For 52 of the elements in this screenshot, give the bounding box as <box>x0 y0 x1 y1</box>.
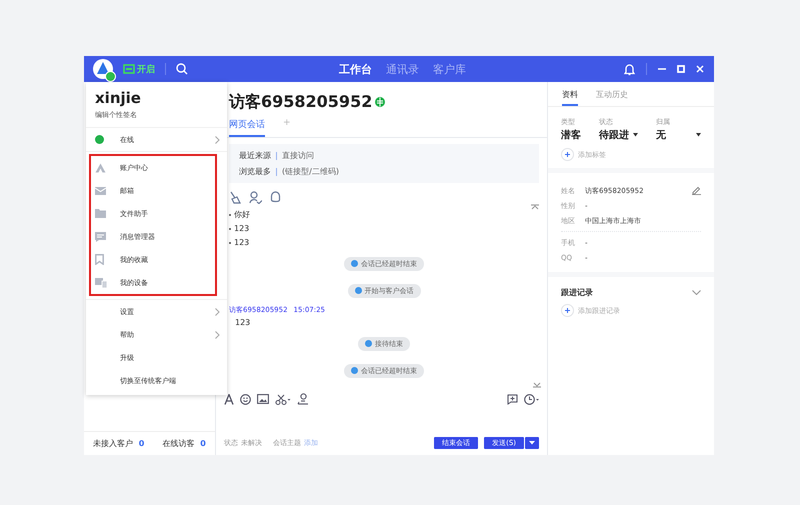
nav-tab[interactable]: 工作台 <box>339 60 372 78</box>
dropdown-caret-icon[interactable] <box>696 133 701 137</box>
clock-icon[interactable] <box>524 394 539 404</box>
info-label: 最近来源 <box>239 150 271 161</box>
info-value: 直接访问 <box>282 150 314 161</box>
chat-message: 123 <box>234 317 252 329</box>
scissors-icon[interactable] <box>275 394 291 404</box>
emoji-icon[interactable] <box>240 394 251 404</box>
devices-icon <box>95 278 107 288</box>
expand-icon[interactable] <box>533 382 541 388</box>
info-value: (链接型/二维码) <box>282 166 339 177</box>
chevron-down-icon[interactable] <box>692 290 701 295</box>
bell-icon[interactable] <box>624 62 635 76</box>
letter-a-icon <box>95 162 106 172</box>
attribute-value: 潜客 <box>561 128 581 142</box>
screen-icon <box>123 64 135 74</box>
section-title: 跟进记录 <box>561 287 593 298</box>
attribute-dropdown[interactable]: 待跟进 <box>599 128 629 142</box>
bookmark-icon <box>95 254 104 265</box>
maximize-icon[interactable] <box>677 65 685 73</box>
visitor-title: 访客6958205952 <box>229 92 372 112</box>
check-circle-icon <box>95 135 104 144</box>
visitor-counter[interactable]: 未接入客户 0 <box>93 438 144 449</box>
pencil-icon[interactable] <box>692 186 701 195</box>
chat-message: 你好 <box>234 209 250 221</box>
attribute-dropdown[interactable]: 无 <box>656 128 666 142</box>
visitor-counter[interactable]: 在线访客 0 <box>162 438 206 449</box>
chevron-right-icon <box>215 136 220 144</box>
search-icon[interactable] <box>176 63 188 75</box>
info-label: 浏览最多 <box>239 166 271 177</box>
broom-icon[interactable] <box>229 190 241 204</box>
collapse-icon[interactable] <box>531 204 539 210</box>
send-options-button[interactable] <box>525 437 539 449</box>
status-toggle[interactable]: 开启 <box>123 62 155 76</box>
image-icon[interactable] <box>257 394 269 404</box>
dropdown-caret-icon[interactable] <box>633 133 638 137</box>
chat-message: 123 <box>234 223 250 235</box>
chat-message: 123 <box>234 237 250 249</box>
chat-bubble-icon <box>95 232 106 242</box>
conversation-tab[interactable]: 网页会话 <box>229 116 265 137</box>
add-icon[interactable] <box>561 304 574 317</box>
user-name: xinjie <box>95 89 142 107</box>
profile-tab[interactable]: 资料 <box>562 89 578 106</box>
add-icon[interactable] <box>561 148 574 161</box>
caret-icon <box>529 441 535 445</box>
bell-outline-icon[interactable] <box>270 190 281 204</box>
add-comment-icon[interactable] <box>507 394 518 404</box>
user-transfer-icon[interactable] <box>297 393 309 405</box>
close-icon[interactable] <box>696 65 704 73</box>
envelope-icon <box>95 186 106 194</box>
user-check-icon[interactable] <box>249 190 262 204</box>
folder-icon <box>95 209 106 218</box>
